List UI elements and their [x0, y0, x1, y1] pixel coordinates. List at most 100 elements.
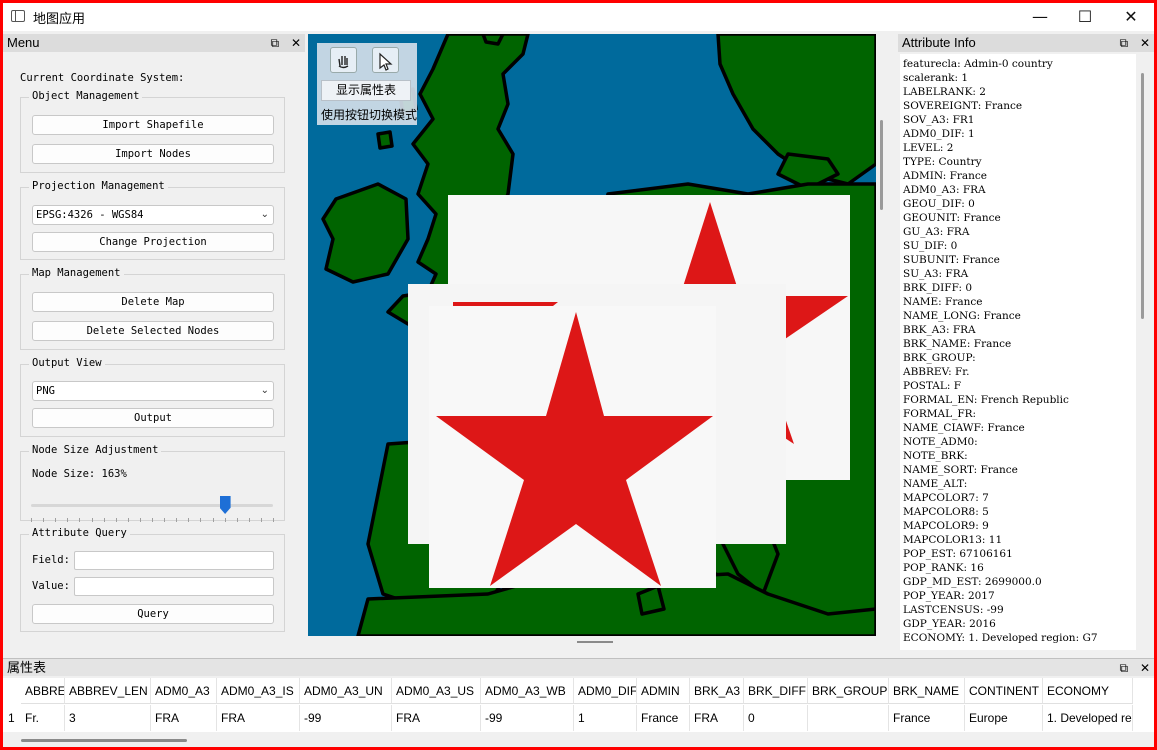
float-icon[interactable]: ⧉ — [1120, 661, 1129, 675]
table-cell[interactable]: 3 — [65, 705, 151, 731]
map-horizontal-scrollbar[interactable] — [577, 641, 613, 643]
delete-map-button[interactable]: Delete Map — [32, 292, 274, 312]
slider-tick — [55, 518, 57, 522]
column-header[interactable]: CONTINENT — [965, 678, 1043, 704]
attribute-info-line: ADM0_A3: FRA — [903, 184, 986, 196]
attribute-query-group: Attribute Query Field: Value: Query — [20, 527, 285, 632]
attribute-info-line: featurecla: Admin-0 country — [903, 58, 1053, 70]
map-management-group: Map Management Delete Map Delete Selecte… — [20, 267, 285, 350]
table-cell[interactable]: FRA — [690, 705, 744, 731]
value-input[interactable] — [74, 577, 274, 596]
attribute-table-title: 属性表 — [7, 660, 47, 675]
column-header[interactable]: ADM0_DIF — [574, 678, 637, 704]
float-icon[interactable]: ⧉ — [271, 36, 280, 50]
column-header[interactable]: BRK_A3 — [690, 678, 744, 704]
window-title: 地图应用 — [33, 11, 86, 26]
slider-tick — [103, 518, 105, 522]
import-shapefile-button[interactable]: Import Shapefile — [32, 115, 274, 135]
hand-icon — [338, 56, 349, 69]
attribute-info-line: MAPCOLOR8: 5 — [903, 506, 989, 518]
attribute-info-line: POP_YEAR: 2017 — [903, 590, 995, 602]
query-button[interactable]: Query — [32, 604, 274, 624]
column-header[interactable]: ECONOMY — [1043, 678, 1133, 704]
title-bar: 地图应用 — ☐ ✕ — [3, 3, 1154, 31]
table-cell[interactable]: France — [637, 705, 690, 731]
table-cell[interactable]: 1. Developed region: G7 — [1043, 705, 1133, 731]
column-header[interactable]: ADMIN — [637, 678, 690, 704]
slider-tick — [200, 518, 202, 522]
attribute-info-line: SUBUNIT: France — [903, 254, 1000, 266]
column-header[interactable]: ADM0_A3 — [151, 678, 217, 704]
attribute-info-line: NAME: France — [903, 296, 983, 308]
mode-hint-text: 使用按钮切换模式 — [321, 108, 417, 122]
map-vertical-scrollbar[interactable] — [880, 120, 883, 210]
projection-select[interactable]: EPSG:4326 - WGS84 ⌄ — [32, 205, 274, 225]
maximize-button[interactable]: ☐ — [1062, 3, 1108, 31]
attribute-info-line: FORMAL_EN: French Republic — [903, 394, 1069, 406]
table-cell[interactable]: FRA — [217, 705, 300, 731]
column-header[interactable]: ABBREV — [21, 678, 65, 704]
attribute-info-scrollbar[interactable] — [1141, 73, 1144, 319]
attribute-info-panel: Attribute Info ⧉ ✕ featurecla: Admin-0 c… — [898, 34, 1154, 656]
close-icon[interactable]: ✕ — [1140, 36, 1150, 50]
column-header[interactable]: ABBREV_LEN — [65, 678, 151, 704]
attribute-info-line: NOTE_ADM0: — [903, 436, 978, 448]
table-horizontal-scrollbar[interactable] — [21, 739, 187, 742]
table-cell[interactable]: Europe — [965, 705, 1043, 731]
import-nodes-button[interactable]: Import Nodes — [32, 144, 274, 164]
close-icon[interactable]: ✕ — [291, 36, 301, 50]
output-button[interactable]: Output — [32, 408, 274, 428]
show-attribute-table-button[interactable]: 显示属性表 — [321, 80, 411, 101]
attribute-info-line: MAPCOLOR13: 11 — [903, 534, 1003, 546]
attribute-info-line: GEOUNIT: France — [903, 212, 1001, 224]
node-size-group: Node Size Adjustment Node Size: 163% — [20, 444, 285, 521]
table-cell[interactable] — [808, 705, 889, 731]
menu-title: Menu — [7, 35, 40, 50]
column-header[interactable]: BRK_DIFF — [744, 678, 808, 704]
attribute-info-text[interactable]: featurecla: Admin-0 country scalerank: 1 L… — [900, 54, 1136, 650]
output-view-group: Output View PNG ⌄ Output — [20, 357, 285, 437]
attribute-info-line: NOTE_BRK: — [903, 450, 968, 462]
field-input[interactable] — [74, 551, 274, 570]
output-format-value: PNG — [36, 385, 55, 397]
attribute-info-line: ADMIN: France — [903, 170, 988, 182]
slider-tick — [273, 518, 274, 522]
attribute-info-line: POSTAL: F — [903, 380, 962, 392]
attribute-info-line: SOVEREIGNT: France — [903, 100, 1023, 112]
table-cell[interactable]: FRA — [151, 705, 217, 731]
attribute-info-line: TYPE: Country — [903, 156, 982, 168]
column-header[interactable]: BRK_GROUP — [808, 678, 889, 704]
delete-selected-nodes-button[interactable]: Delete Selected Nodes — [32, 321, 274, 341]
column-header[interactable]: ADM0_A3_US — [392, 678, 481, 704]
change-projection-button[interactable]: Change Projection — [32, 232, 274, 252]
select-tool-button[interactable] — [372, 47, 399, 73]
close-button[interactable]: ✕ — [1108, 3, 1154, 31]
value-label: Value: — [32, 580, 70, 592]
table-cell[interactable]: 0 — [744, 705, 808, 731]
attribute-table-panel: 属性表 ⧉ ✕ 1ABBREVFr.ABBREV_LEN3ADM0_A3FRAA… — [3, 658, 1154, 747]
column-header[interactable]: BRK_NAME — [889, 678, 965, 704]
attribute-info-dock-title: Attribute Info ⧉ ✕ — [898, 34, 1154, 52]
close-icon[interactable]: ✕ — [1140, 661, 1150, 675]
float-icon[interactable]: ⧉ — [1120, 36, 1129, 50]
table-cell[interactable]: France — [889, 705, 965, 731]
attribute-table[interactable]: 1ABBREVFr.ABBREV_LEN3ADM0_A3FRAADM0_A3_I… — [3, 678, 1154, 732]
attribute-info-line: ADM0_DIF: 1 — [903, 128, 975, 140]
column-header[interactable]: ADM0_A3_UN — [300, 678, 392, 704]
pan-tool-button[interactable] — [330, 47, 357, 73]
attribute-info-line: SU_A3: FRA — [903, 268, 969, 280]
table-cell[interactable]: -99 — [481, 705, 574, 731]
table-cell[interactable]: -99 — [300, 705, 392, 731]
table-cell[interactable]: FRA — [392, 705, 481, 731]
column-header[interactable]: ADM0_A3_WB — [481, 678, 574, 704]
ireland — [321, 182, 410, 284]
slider-tick — [115, 518, 117, 522]
output-format-select[interactable]: PNG ⌄ — [32, 381, 274, 401]
table-cell[interactable]: Fr. — [21, 705, 65, 731]
column-header[interactable]: ADM0_A3_IS — [217, 678, 300, 704]
minimize-button[interactable]: — — [1017, 3, 1063, 31]
slider-tick — [43, 518, 45, 522]
slider-tick — [212, 518, 214, 522]
slider-track[interactable] — [31, 504, 273, 507]
table-cell[interactable]: 1 — [574, 705, 637, 731]
